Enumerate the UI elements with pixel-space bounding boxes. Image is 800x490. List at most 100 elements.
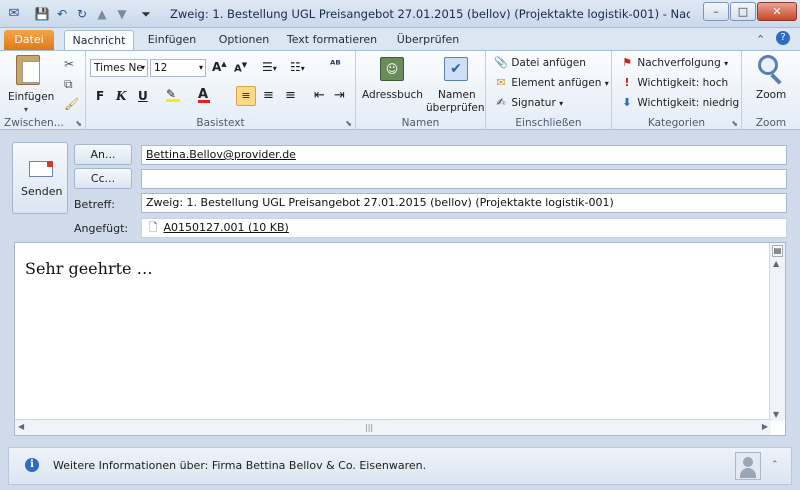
customize-qat-icon[interactable]: ⏷ [138,6,154,22]
tab-ueberpruefen[interactable]: Überprüfen [388,30,468,50]
attach-item-button[interactable]: ✉ Element anfügen ▾ [494,76,609,90]
align-left-icon: ≡ [241,89,251,102]
font-size-select[interactable]: 12 ▾ [150,59,206,77]
attach-item-label: Element anfügen [511,77,602,89]
group-zoom: Zoom Zoom [742,51,800,130]
decrease-indent-icon[interactable]: ⇤ [314,88,325,103]
importance-low-button[interactable]: ⬇ Wichtigkeit: niedrig [620,96,739,110]
help-icon[interactable]: ? [776,31,790,45]
grow-font-icon[interactable]: A▲ [212,60,227,74]
close-button[interactable]: ✕ [757,2,797,21]
underline-button[interactable]: U [138,89,148,103]
attach-file-label: Datei anfügen [511,57,586,69]
attach-file-button[interactable]: 📎 Datei anfügen [494,56,586,70]
highlight-icon[interactable]: ✎ [166,87,180,102]
group-kategorien: ⚑ Nachverfolgung ▾ ! Wichtigkeit: hoch ⬇… [612,51,742,130]
check-names-icon: ✔ [444,57,468,81]
to-recipient[interactable]: Bettina.Bellov@provider.de [146,148,296,161]
tab-optionen[interactable]: Optionen [212,30,276,50]
body-text[interactable]: Sehr geehrte … [25,259,153,278]
font-color-icon[interactable]: A [198,87,210,103]
contact-avatar[interactable] [735,452,761,480]
down-arrow-icon: ⬇ [622,96,632,109]
copy-icon[interactable]: ⧉ [64,77,73,92]
chevron-down-icon: ▾ [140,63,145,72]
align-right-icon[interactable]: ≡ [285,88,296,103]
zoom-button[interactable]: Zoom [748,55,794,111]
importance-high-label: Wichtigkeit: hoch [637,77,729,89]
save-icon[interactable]: 💾 [34,6,50,22]
addressbook-button[interactable]: ☺ Adressbuch [360,55,423,111]
status-bar: i Weitere Informationen über: Firma Bett… [8,447,792,485]
scroll-grip-icon[interactable]: ||| [365,423,373,432]
message-body[interactable]: Sehr geehrte … ▤ ▲ ▼ ◀ ||| ▶ [14,242,786,436]
group-basistext: Times Ne ▾ 12 ▾ A▲ A▼ ☰▾ ☷▾ ᴬᴮ F K U ✎ A… [86,51,356,130]
attachment-item[interactable]: A0150127.001 (10 KB) [164,221,289,234]
ruler-toggle-icon[interactable]: ▤ [772,245,783,257]
horizontal-scrollbar[interactable]: ◀ ||| ▶ [15,419,771,435]
styles-icon[interactable]: ᴬᴮ [330,58,341,71]
bullets-icon[interactable]: ☰▾ [262,60,277,74]
outlook-app-icon[interactable]: ✉ [6,6,22,22]
maximize-button[interactable]: □ [730,2,756,21]
undo-icon[interactable]: ↶ [54,6,70,22]
tab-text-formatieren[interactable]: Text formatieren [284,30,380,50]
expand-people-pane-icon[interactable]: ⌃ [771,460,779,470]
font-name-value: Times Ne [94,62,143,74]
down-arrow-icon[interactable]: ▼ [114,6,130,22]
dialog-launcher-icon[interactable]: ⬊ [75,119,82,128]
scroll-up-icon[interactable]: ▲ [773,259,779,268]
align-center-icon[interactable]: ≡ [263,88,274,103]
signature-button[interactable]: ✍ Signatur ▾ [494,96,563,110]
align-left-button[interactable]: ≡ [236,86,256,106]
importance-high-button[interactable]: ! Wichtigkeit: hoch [620,76,728,90]
followup-button[interactable]: ⚑ Nachverfolgung ▾ [620,56,728,70]
tab-einfuegen[interactable]: Einfügen [140,30,204,50]
font-name-select[interactable]: Times Ne ▾ [90,59,148,77]
minimize-button[interactable]: – [703,2,729,21]
ribbon: Einfügen ▾ ✂ ⧉ 🖌 Zwischen... ⬊ Times Ne … [0,50,800,130]
attachments-field: 🗋 A0150127.001 (10 KB) [141,218,787,238]
scroll-left-icon[interactable]: ◀ [18,422,24,431]
subject-field[interactable]: Zweig: 1. Bestellung UGL Preisangebot 27… [141,193,787,213]
to-field[interactable]: Bettina.Bellov@provider.de [141,145,787,165]
paste-button[interactable]: Einfügen ▾ [6,55,54,117]
font-size-value: 12 [154,62,168,74]
scroll-right-icon[interactable]: ▶ [762,422,768,431]
subject-label: Betreff: [74,198,115,211]
dialog-launcher-icon[interactable]: ⬊ [731,119,738,128]
cc-field[interactable] [141,169,787,189]
envelope-icon: ✉ [496,76,506,89]
cut-icon[interactable]: ✂ [64,57,74,71]
clipboard-group-label: Zwischen... [4,117,64,129]
italic-button[interactable]: K [116,89,126,103]
file-icon: 🗋 [148,221,158,234]
tab-datei[interactable]: Datei [4,30,54,50]
check-names-button[interactable]: ✔ Namen überprüfen [426,55,485,115]
send-label: Senden [21,185,63,198]
status-text[interactable]: Weitere Informationen über: Firma Bettin… [53,459,426,472]
tab-nachricht[interactable]: Nachricht [64,30,134,50]
vertical-scrollbar[interactable]: ▤ ▲ ▼ [769,243,785,421]
up-arrow-icon[interactable]: ▲ [94,6,110,22]
bold-button[interactable]: F [96,89,104,103]
shrink-font-icon[interactable]: A▼ [234,61,247,74]
send-button[interactable]: Senden [12,142,68,214]
scroll-down-icon[interactable]: ▼ [773,410,779,419]
cc-button[interactable]: Cc... [74,168,132,189]
exclamation-icon: ! [624,76,630,89]
increase-indent-icon[interactable]: ⇥ [334,88,345,103]
to-button[interactable]: An... [74,144,132,165]
dialog-launcher-icon[interactable]: ⬊ [345,119,352,128]
message-header: Senden An... Bettina.Bellov@provider.de … [8,138,792,238]
title-bar: ✉ 💾 ↶ ↻ ▲ ▼ ⏷ Zweig: 1. Bestellung UGL P… [0,0,800,28]
collapse-ribbon-icon[interactable]: ⌃ [756,33,765,46]
chevron-down-icon: ▾ [604,79,609,88]
importance-low-label: Wichtigkeit: niedrig [637,97,740,109]
numbering-icon[interactable]: ☷▾ [290,60,305,74]
basistext-group-label: Basistext [196,117,245,129]
redo-icon[interactable]: ↻ [74,6,90,22]
send-envelope-icon [29,161,53,177]
paper-icon [22,61,40,83]
format-painter-icon[interactable]: 🖌 [64,97,79,111]
